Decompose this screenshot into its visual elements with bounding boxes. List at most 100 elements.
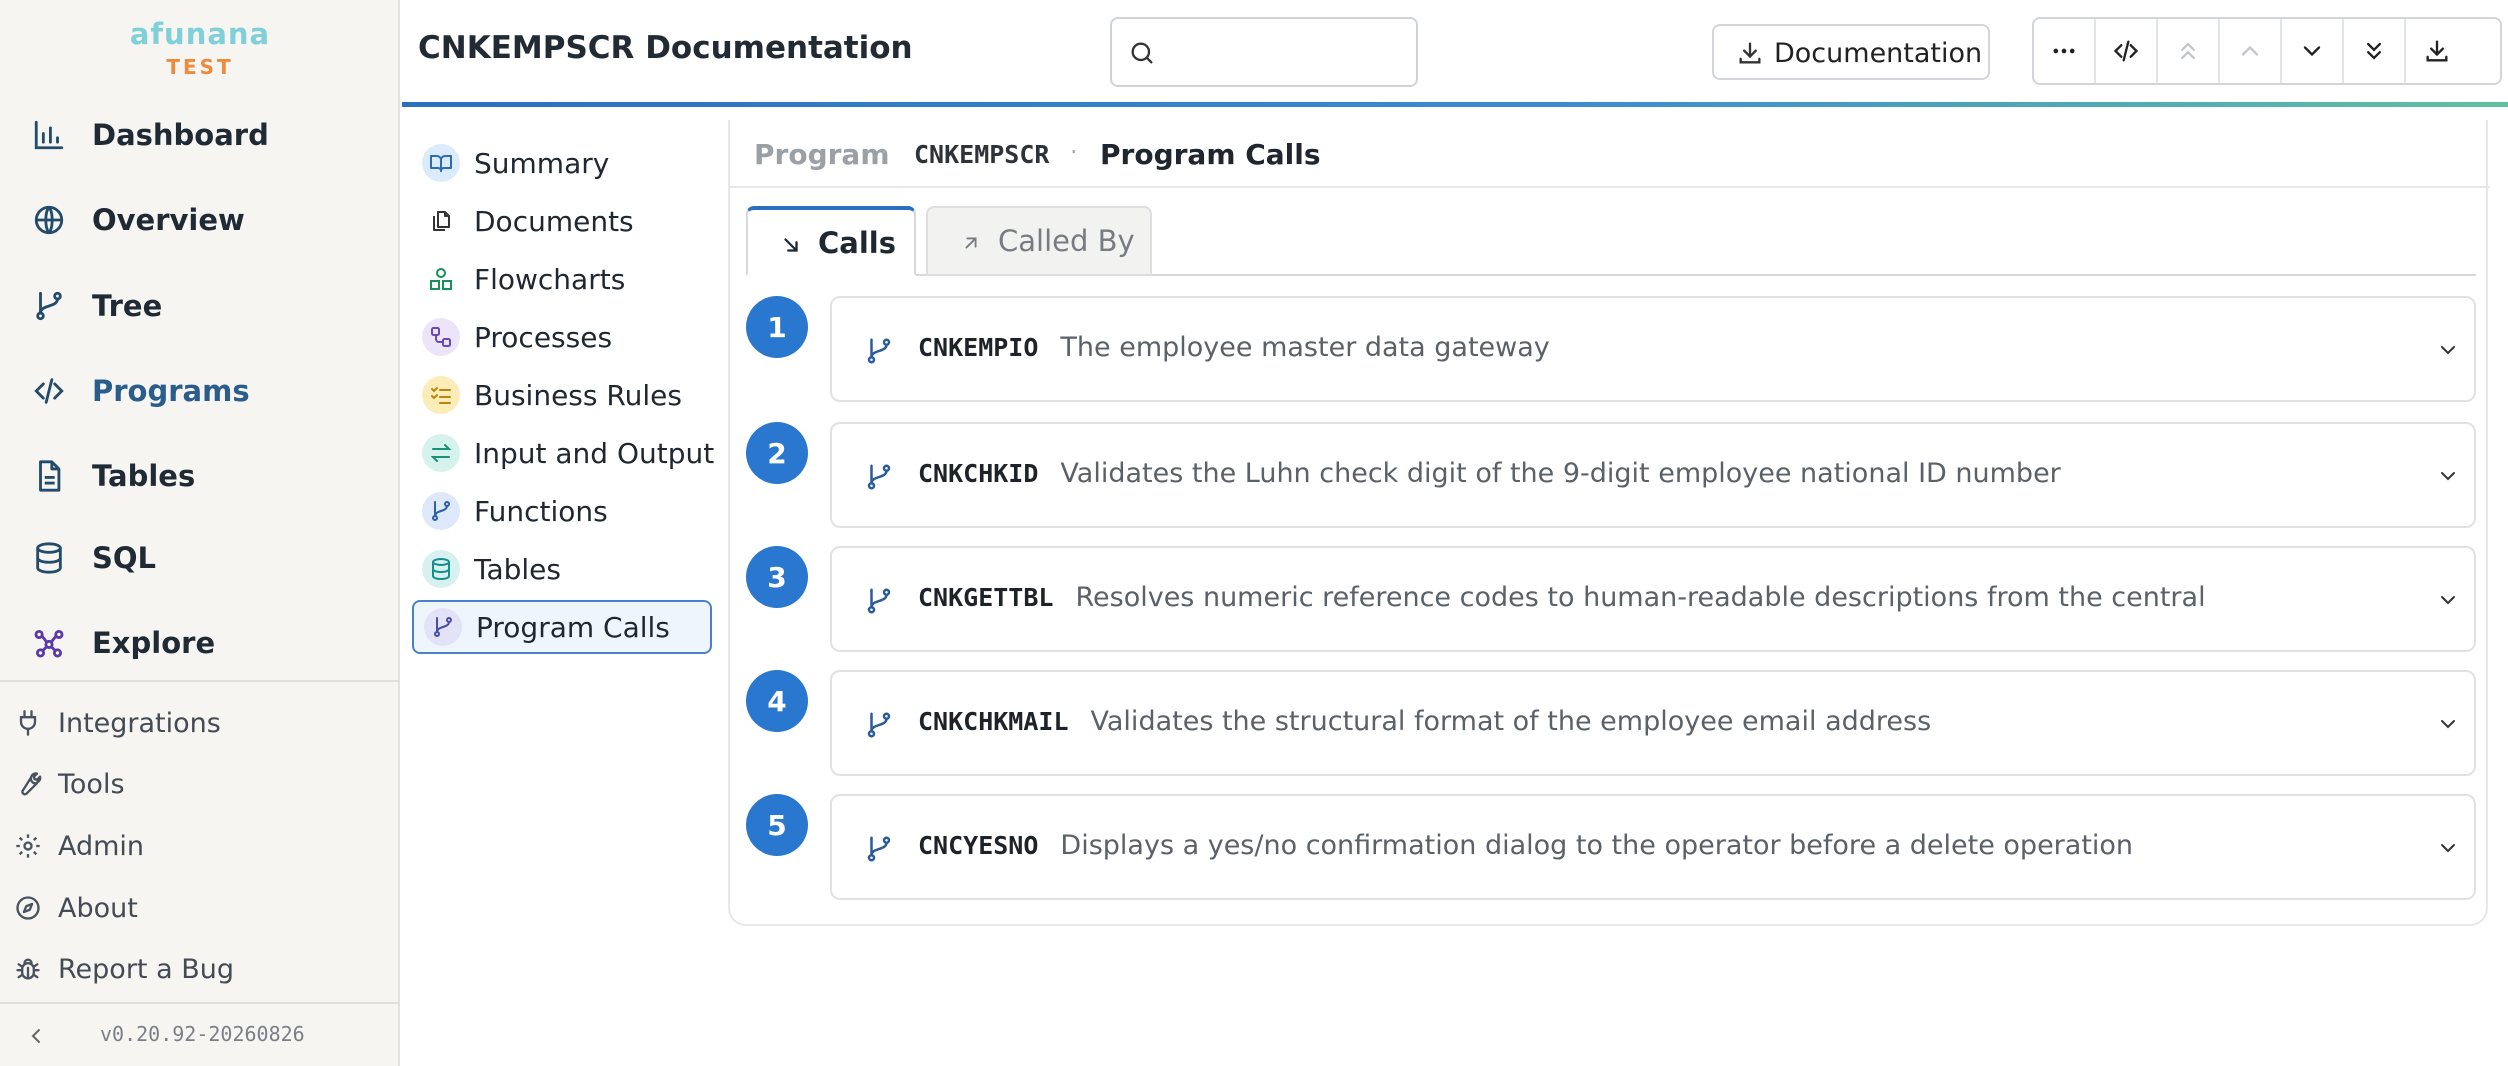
sidebar-item-sql[interactable]: SQL: [0, 526, 400, 590]
sidebar-item-report-bug[interactable]: Report a Bug: [0, 941, 400, 997]
call-program-name: CNKEMPIO: [918, 333, 1039, 362]
more-options-button[interactable]: [2034, 19, 2096, 83]
download-documentation-button[interactable]: Documentation: [1712, 24, 1990, 80]
sidebar-item-tables[interactable]: Tables: [0, 444, 400, 508]
files-icon: [422, 202, 460, 240]
sidebar-item-label: Report a Bug: [58, 953, 234, 985]
arrow-down-right-icon: [784, 238, 798, 252]
git-branch-icon: [422, 492, 460, 530]
code-icon: [32, 374, 66, 408]
docnav-item-documents[interactable]: Documents: [412, 194, 712, 248]
download-icon: [1736, 39, 1764, 67]
docnav-item-label: Program Calls: [476, 610, 670, 644]
next-button[interactable]: [2282, 19, 2344, 83]
git-branch-icon: [32, 289, 66, 323]
download-icon: [2426, 40, 2448, 62]
call-card[interactable]: CNCYESNO Displays a yes/no confirmation …: [830, 794, 2476, 900]
chevrons-up-icon: [2181, 42, 2195, 60]
sidebar-item-label: Integrations: [58, 707, 221, 739]
chevron-down-icon: [2436, 836, 2460, 860]
call-program-name: CNKGETTBL: [918, 583, 1054, 612]
call-number-badge: 2: [746, 422, 808, 484]
breadcrumb-separator: ·: [1070, 138, 1078, 166]
docnav-item-label: Documents: [474, 204, 634, 238]
sidebar-item-label: Overview: [92, 203, 245, 237]
docnav-item-business-rules[interactable]: Business Rules: [412, 368, 712, 422]
breadcrumb-program[interactable]: Program: [754, 138, 890, 171]
call-row: 4 CNKCHKMAIL Validates the structural fo…: [746, 670, 2476, 776]
workflow-icon: [422, 318, 460, 356]
sidebar-item-label: Tools: [58, 768, 125, 800]
call-row: 3 CNKGETTBL Resolves numeric reference c…: [746, 546, 2476, 652]
call-card[interactable]: CNKCHKMAIL Validates the structural form…: [830, 670, 2476, 776]
sidebar-item-label: Programs: [92, 374, 250, 408]
sidebar-item-dashboard[interactable]: Dashboard: [0, 103, 400, 167]
search-icon: [1128, 39, 1156, 67]
call-card[interactable]: CNKCHKID Validates the Luhn check digit …: [830, 422, 2476, 528]
docnav-item-flowcharts[interactable]: Flowcharts: [412, 252, 712, 306]
docnav-item-processes[interactable]: Processes: [412, 310, 712, 364]
docnav-item-label: Processes: [474, 320, 613, 354]
docnav-item-label: Functions: [474, 494, 608, 528]
docnav-item-tables[interactable]: Tables: [412, 542, 712, 596]
chevron-down-icon: [2436, 464, 2460, 488]
book-open-icon: [422, 144, 460, 182]
sidebar-item-integrations[interactable]: Integrations: [0, 695, 400, 751]
call-description: The employee master data gateway: [1060, 332, 1550, 363]
breadcrumb-current: Program Calls: [1100, 138, 1321, 171]
database-icon: [422, 550, 460, 588]
toolbar: [2032, 17, 2502, 85]
header: CNKEMPSCR Documentation Documentation: [402, 0, 2508, 104]
sidebar-item-overview[interactable]: Overview: [0, 188, 400, 252]
docnav-item-label: Business Rules: [474, 378, 682, 412]
brand-logo[interactable]: afunana TEST: [0, 14, 400, 80]
collapse-sidebar-button[interactable]: [24, 1022, 48, 1050]
sidebar-footer-divider: [0, 1002, 400, 1004]
sidebar-item-explore[interactable]: Explore: [0, 611, 400, 675]
sidebar-item-admin[interactable]: Admin: [0, 818, 400, 874]
file-text-icon: [32, 459, 66, 493]
sidebar-item-about[interactable]: About: [0, 880, 400, 936]
git-branch-icon: [864, 336, 894, 366]
view-source-button[interactable]: [2096, 19, 2158, 83]
call-card[interactable]: CNKEMPIO The employee master data gatewa…: [830, 296, 2476, 402]
search-input[interactable]: [1168, 31, 1404, 75]
docnav-item-input-output[interactable]: Input and Output: [412, 426, 715, 480]
docnav-item-functions[interactable]: Functions: [412, 484, 712, 538]
git-branch-icon: [864, 834, 894, 864]
git-branch-icon: [864, 462, 894, 492]
documentation-nav: Summary Documents Flowcharts Processes B…: [402, 110, 724, 1066]
tab-calls[interactable]: Calls: [746, 206, 916, 276]
sidebar-item-tree[interactable]: Tree: [0, 274, 400, 338]
chevron-up-icon: [2241, 45, 2259, 56]
first-button[interactable]: [2158, 19, 2220, 83]
code-icon: [2113, 40, 2139, 62]
sidebar-item-programs[interactable]: Programs: [0, 359, 400, 423]
tab-label: Calls: [818, 226, 896, 260]
documentation-button-label: Documentation: [1774, 38, 1983, 69]
database-icon: [32, 541, 66, 575]
docnav-item-label: Summary: [474, 146, 610, 180]
breadcrumb-program-name[interactable]: CNKEMPSCR: [914, 140, 1049, 169]
download-button[interactable]: [2406, 19, 2468, 83]
docnav-item-summary[interactable]: Summary: [412, 136, 712, 190]
call-row: 1 CNKEMPIO The employee master data gate…: [746, 296, 2476, 402]
docnav-item-label: Input and Output: [474, 436, 715, 470]
sidebar-item-label: Tables: [92, 459, 196, 493]
call-program-name: CNCYESNO: [918, 831, 1039, 860]
call-description: Validates the Luhn check digit of the 9-…: [1060, 458, 2061, 489]
call-text: CNKCHKID Validates the Luhn check digit …: [918, 458, 2061, 489]
call-card[interactable]: CNKGETTBL Resolves numeric reference cod…: [830, 546, 2476, 652]
tab-called-by[interactable]: Called By: [926, 206, 1152, 276]
sidebar-item-tools[interactable]: Tools: [0, 756, 400, 812]
list-checks-icon: [422, 376, 460, 414]
git-branch-icon: [424, 608, 462, 646]
version-label: v0.20.92-20260826: [100, 1022, 305, 1046]
docnav-item-program-calls[interactable]: Program Calls: [412, 600, 712, 654]
git-branch-icon: [864, 586, 894, 616]
last-button[interactable]: [2344, 19, 2406, 83]
chevron-down-icon: [2436, 712, 2460, 736]
plug-icon: [14, 709, 42, 737]
search-box[interactable]: [1110, 17, 1418, 87]
previous-button[interactable]: [2220, 19, 2282, 83]
